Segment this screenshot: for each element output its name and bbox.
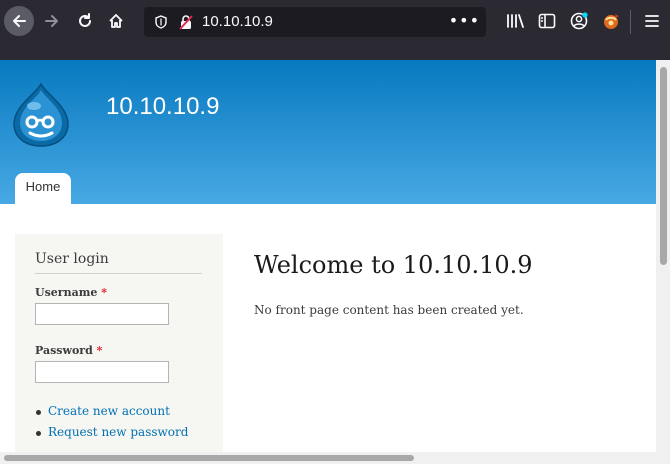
- required-marker: *: [101, 286, 107, 299]
- horizontal-scrollbar-thumb[interactable]: [4, 455, 414, 461]
- reload-button[interactable]: [70, 6, 100, 36]
- sidebar-button[interactable]: [537, 11, 557, 31]
- home-icon: [109, 14, 123, 28]
- username-label-text: Username: [35, 286, 98, 299]
- hamburger-menu-icon: [645, 15, 659, 27]
- library-icon: [507, 14, 524, 28]
- back-arrow-icon: [13, 15, 26, 27]
- toolbar-separator: [630, 10, 631, 34]
- create-account-link[interactable]: Create new account: [48, 404, 170, 418]
- back-button[interactable]: [4, 6, 34, 36]
- list-item: Create new account: [35, 404, 188, 425]
- site-name[interactable]: 10.10.10.9: [106, 93, 219, 121]
- password-input[interactable]: [35, 361, 169, 383]
- request-password-link[interactable]: Request new password: [48, 425, 188, 439]
- forward-button[interactable]: [37, 6, 67, 36]
- page-actions-button[interactable]: •••: [449, 11, 480, 30]
- sidebar-icon: [538, 13, 556, 29]
- forward-arrow-icon: [45, 15, 58, 27]
- password-label-text: Password: [35, 344, 93, 357]
- account-icon: [570, 12, 588, 30]
- username-label: Username *: [35, 286, 107, 299]
- shield-icon[interactable]: [154, 15, 168, 29]
- password-label: Password *: [35, 344, 102, 357]
- front-page-message: No front page content has been created y…: [254, 303, 524, 317]
- drupal-logo[interactable]: [10, 82, 72, 148]
- account-button[interactable]: [569, 11, 589, 31]
- login-links: Create new account Request new password: [35, 404, 188, 446]
- url-text[interactable]: 10.10.10.9: [202, 13, 273, 30]
- user-login-block: User login Username * Password * Create …: [15, 234, 223, 452]
- required-marker: *: [96, 344, 103, 357]
- block-title: User login: [35, 251, 202, 274]
- vertical-scrollbar-thumb[interactable]: [660, 67, 667, 265]
- home-button[interactable]: [101, 6, 131, 36]
- site-header: 10.10.10.9 Home: [0, 60, 656, 204]
- username-input[interactable]: [35, 303, 169, 325]
- extension-button[interactable]: [601, 11, 621, 31]
- menu-button[interactable]: [642, 11, 662, 31]
- insecure-lock-icon[interactable]: [179, 14, 193, 30]
- page-title: Welcome to 10.10.10.9: [254, 251, 533, 279]
- browser-toolbar: 10.10.10.9 •••: [0, 0, 670, 44]
- list-item: Request new password: [35, 425, 188, 446]
- library-button[interactable]: [505, 11, 525, 31]
- tab-home[interactable]: Home: [15, 173, 71, 204]
- page-viewport: 10.10.10.9 Home User login Username * Pa…: [0, 60, 656, 452]
- address-bar[interactable]: 10.10.10.9 •••: [144, 7, 486, 37]
- reload-icon: [79, 13, 91, 27]
- extension-icon: [604, 14, 619, 29]
